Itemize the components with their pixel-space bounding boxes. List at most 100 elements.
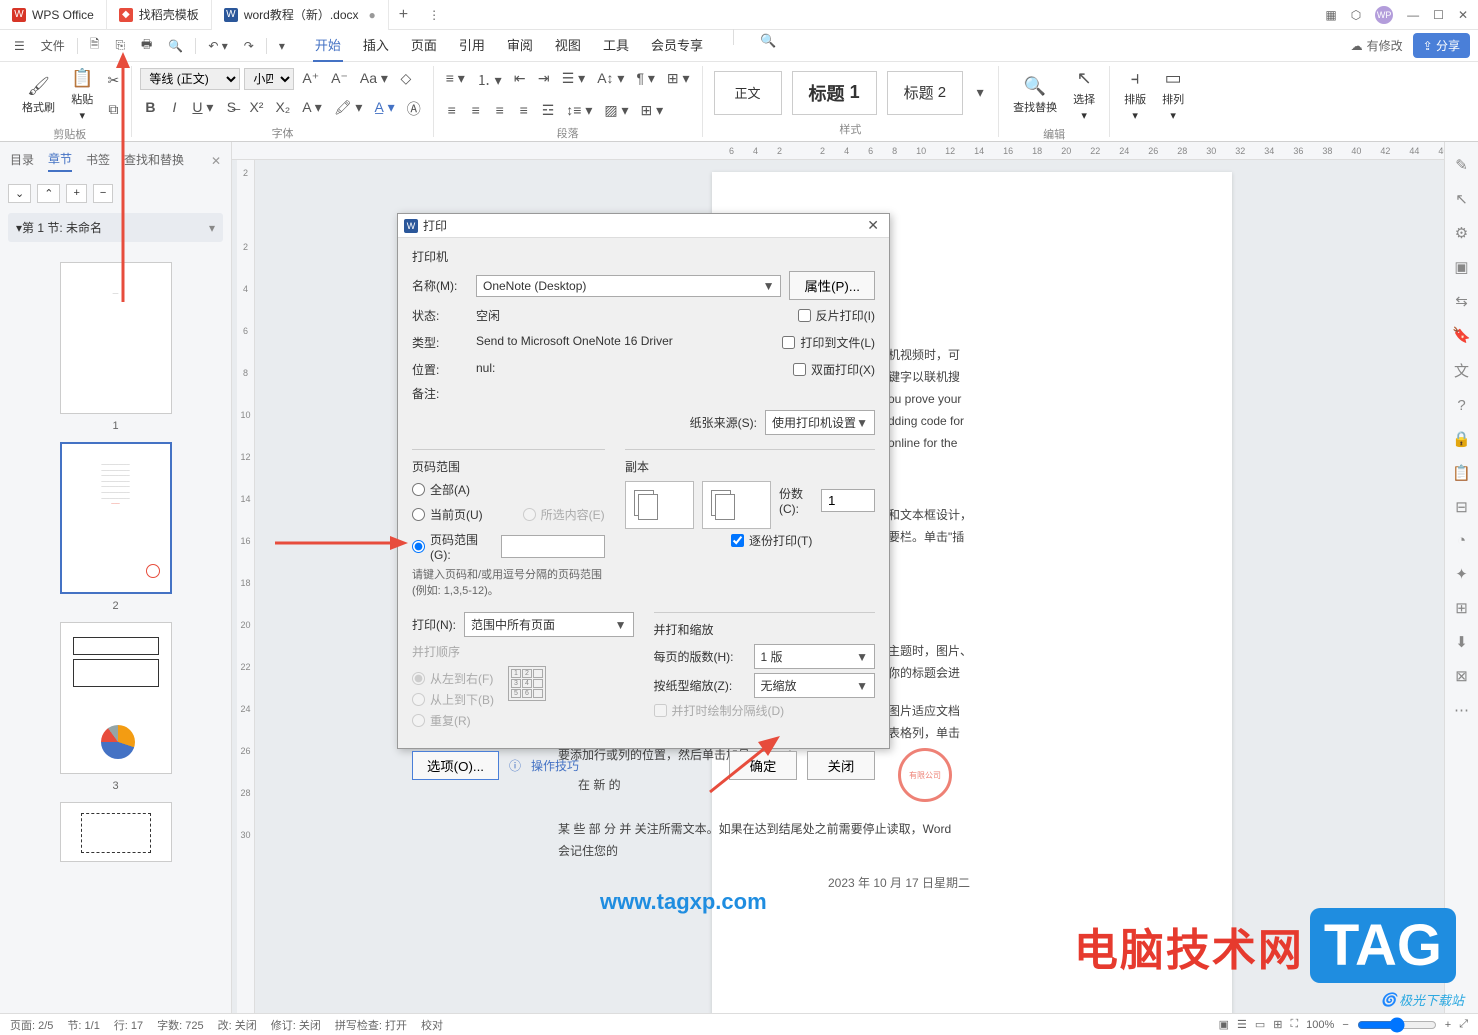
thumbnail-page[interactable]	[60, 622, 172, 774]
gallery-icon[interactable]: ▣	[1454, 258, 1468, 276]
nav-add-button[interactable]: +	[66, 184, 86, 203]
status-revise[interactable]: 修订: 关闭	[271, 1017, 321, 1033]
nav-expand-button[interactable]: ⌃	[37, 184, 60, 203]
clear-format-icon[interactable]: ◇	[396, 66, 416, 91]
status-section[interactable]: 节: 1/1	[67, 1017, 99, 1033]
file-menu[interactable]: 文件	[35, 33, 71, 58]
style-heading1[interactable]: 标题 1	[792, 71, 877, 115]
line-spacing-icon[interactable]: ↕≡ ▾	[562, 98, 596, 123]
underline-icon[interactable]: U ▾	[188, 95, 217, 123]
cube-icon[interactable]: ⬡	[1351, 8, 1361, 22]
tab-wps-home[interactable]: W WPS Office	[0, 0, 107, 30]
font-name-select[interactable]: 等线 (正文)	[140, 68, 240, 90]
highlight-icon[interactable]: 🖍 ▾	[330, 95, 367, 123]
tab-tools[interactable]: 工具	[601, 29, 631, 62]
bullets-icon[interactable]: ≡ ▾	[442, 66, 469, 94]
tab-start[interactable]: 开始	[313, 29, 343, 62]
nav-tab-findrep[interactable]: 查找和替换	[124, 151, 184, 171]
ok-button[interactable]: 确定	[729, 751, 797, 780]
undo-icon[interactable]: ↶ ▾	[202, 35, 233, 57]
print-what-select[interactable]: 范围中所有页面▼	[464, 612, 634, 637]
pencil-icon[interactable]: ✎	[1455, 156, 1468, 174]
options-button[interactable]: 选项(O)...	[412, 751, 499, 780]
translate-icon[interactable]: 文	[1454, 360, 1469, 381]
avatar[interactable]: WP	[1375, 6, 1393, 24]
nav-tab-bookmarks[interactable]: 书签	[86, 151, 110, 171]
view-outline-icon[interactable]: ⊞	[1273, 1018, 1282, 1031]
outdent-icon[interactable]: ⇤	[510, 66, 530, 94]
text-effect-icon[interactable]: A ▾	[298, 95, 325, 123]
list-icon[interactable]: ⊟	[1455, 498, 1468, 516]
more-panel-icon[interactable]: ⋯	[1454, 701, 1469, 719]
clipboard-icon[interactable]: 📋	[1452, 464, 1471, 482]
dialog-titlebar[interactable]: W 打印 ✕	[398, 214, 889, 238]
zoom-out-icon[interactable]: −	[1342, 1019, 1348, 1031]
range-pages-radio[interactable]: 页码范围(G):	[412, 531, 605, 562]
grow-font-icon[interactable]: A⁺	[298, 66, 323, 91]
settings-icon[interactable]: ⚙	[1455, 224, 1468, 242]
dialog-close-icon[interactable]: ✕	[863, 217, 883, 234]
numbering-icon[interactable]: ⒈ ▾	[473, 66, 506, 94]
view-read-icon[interactable]: ☰	[1237, 1018, 1247, 1031]
nav-tab-chapters[interactable]: 章节	[48, 150, 72, 172]
status-row[interactable]: 行: 17	[114, 1017, 143, 1033]
bold-icon[interactable]: B	[140, 95, 160, 123]
cut-icon[interactable]: ✂	[103, 68, 123, 93]
format-painter-button[interactable]: 🖌格式刷	[16, 74, 61, 117]
justify-icon[interactable]: ≡	[514, 98, 534, 123]
printer-properties-button[interactable]: 属性(P)...	[789, 271, 875, 300]
styles-more-icon[interactable]: ▾	[970, 80, 990, 105]
download-icon[interactable]: ⬇	[1455, 633, 1468, 651]
font-size-select[interactable]: 小四	[244, 68, 294, 90]
thumbnail-page[interactable]: ──	[60, 262, 172, 414]
thumbnail-page[interactable]: ────────────────────────────────────────…	[60, 442, 172, 594]
status-proof[interactable]: 校对	[421, 1017, 443, 1033]
horizontal-ruler[interactable]: 6422468101214161820222426283032343638404…	[232, 142, 1444, 160]
zoom-in-icon[interactable]: +	[1445, 1019, 1451, 1031]
print-to-file-checkbox[interactable]: 打印到文件(L)	[782, 334, 875, 351]
copy-icon[interactable]: ⧉	[103, 97, 123, 122]
thumbnail-page[interactable]	[60, 802, 172, 862]
distribute-icon[interactable]: ☲	[538, 98, 559, 123]
puzzle-icon[interactable]: ⊞	[1455, 599, 1468, 617]
zoom-value[interactable]: 100%	[1306, 1019, 1334, 1031]
vertical-ruler[interactable]: 224681012141618202224262830	[237, 160, 255, 1035]
select-button[interactable]: ↖选择 ▾	[1067, 66, 1101, 124]
lock-icon[interactable]: 🔒	[1452, 430, 1471, 448]
paper-source-select[interactable]: 使用打印机设置▼	[765, 410, 875, 435]
close-button[interactable]: 关闭	[807, 751, 875, 780]
change-case-icon[interactable]: Aa ▾	[356, 66, 392, 91]
print-icon[interactable]: 🖶	[135, 31, 158, 60]
pointer-icon[interactable]: ↖	[1455, 190, 1468, 208]
nav-collapse-button[interactable]: ⌄	[8, 184, 31, 203]
transform-icon[interactable]: ⇆	[1455, 292, 1468, 310]
italic-icon[interactable]: I	[164, 95, 184, 123]
close-icon[interactable]: ✕	[1458, 8, 1468, 22]
paste-button[interactable]: 📋粘贴 ▾	[65, 66, 99, 124]
scale-select[interactable]: 无缩放▼	[754, 673, 876, 698]
paragraph-mark-icon[interactable]: ¶ ▾	[632, 66, 658, 94]
search-icon[interactable]: 🔍	[754, 29, 782, 62]
range-all-radio[interactable]: 全部(A)	[412, 481, 605, 498]
status-spell[interactable]: 拼写检查: 打开	[335, 1017, 407, 1033]
zoom-fit-icon[interactable]: ⛶	[1290, 1018, 1298, 1031]
char-scale-icon[interactable]: ☰ ▾	[558, 66, 589, 94]
more-quick-icon[interactable]: ▾	[273, 35, 291, 57]
tab-ref[interactable]: 引用	[457, 29, 487, 62]
align-center-icon[interactable]: ≡	[466, 98, 486, 123]
sort-icon[interactable]: A↕ ▾	[593, 66, 628, 94]
status-track[interactable]: 改: 关闭	[218, 1017, 257, 1033]
pie-icon[interactable]: ◔	[1457, 532, 1466, 549]
status-words[interactable]: 字数: 725	[157, 1017, 203, 1033]
fullscreen-icon[interactable]: ⤢	[1459, 1018, 1468, 1031]
tab-member[interactable]: 会员专享	[649, 29, 705, 62]
changes-indicator[interactable]: ☁ 有修改	[1351, 37, 1403, 54]
duplex-checkbox[interactable]: 双面打印(X)	[793, 361, 875, 378]
tab-page[interactable]: 页面	[409, 29, 439, 62]
tab-menu-button[interactable]: ⋮	[418, 8, 450, 22]
tab-view[interactable]: 视图	[553, 29, 583, 62]
typeset-button[interactable]: ⫞排版 ▾	[1118, 66, 1152, 124]
tab-insert[interactable]: 插入	[361, 29, 391, 62]
shrink-font-icon[interactable]: A⁻	[327, 66, 352, 91]
share-button[interactable]: ⇪ 分享	[1413, 33, 1470, 58]
